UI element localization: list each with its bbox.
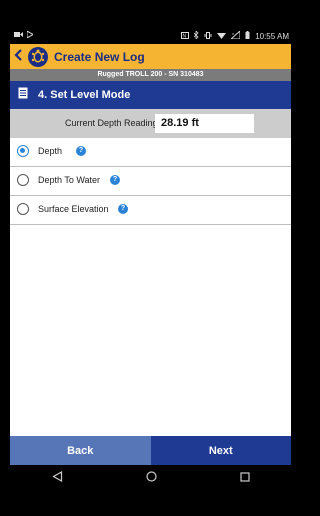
help-icon[interactable]: ?	[118, 204, 128, 214]
depth-reading-label: Current Depth Reading:	[65, 118, 161, 128]
home-circle-icon[interactable]	[145, 469, 157, 487]
nfc-icon: N	[181, 31, 190, 41]
recents-square-icon[interactable]	[239, 469, 250, 487]
battery-icon	[245, 31, 250, 41]
radio-surface-elevation[interactable]	[17, 203, 29, 215]
radio-depth-to-water[interactable]	[17, 174, 29, 186]
content-area: Current Depth Reading: 28.19 ft Depth ? …	[10, 109, 291, 436]
svg-text:N: N	[183, 33, 187, 39]
document-icon	[18, 86, 28, 104]
system-nav-bar	[10, 465, 291, 490]
app-title: Create New Log	[54, 49, 145, 64]
clock-time: 10:55 AM	[255, 31, 289, 41]
option-surface-elevation[interactable]: Surface Elevation ?	[10, 196, 291, 225]
option-depth-label: Depth	[38, 146, 63, 156]
svg-text:x: x	[232, 31, 234, 36]
app-bar: Create New Log	[10, 44, 291, 69]
video-icon	[14, 31, 23, 40]
step-title: 4. Set Level Mode	[38, 89, 131, 101]
option-surface-elevation-label: Surface Elevation	[38, 204, 109, 214]
option-depth-to-water[interactable]: Depth To Water ?	[10, 167, 291, 196]
back-triangle-icon[interactable]	[51, 469, 63, 487]
turtle-logo-icon[interactable]	[28, 46, 48, 67]
bluetooth-icon	[193, 30, 199, 41]
phone-screen: N x 10:55 AM Create New Log Rugged TROLL…	[10, 0, 291, 516]
step-header: 4. Set Level Mode	[10, 81, 291, 109]
chevron-left-icon[interactable]	[14, 48, 28, 66]
vibrate-icon	[204, 31, 212, 41]
depth-reading-row: Current Depth Reading: 28.19 ft	[10, 109, 291, 138]
radio-depth[interactable]	[17, 145, 29, 157]
option-depth-to-water-label: Depth To Water	[38, 175, 101, 185]
signal-icon: x	[229, 29, 241, 41]
depth-reading-value: 28.19 ft	[155, 114, 254, 133]
play-icon	[26, 30, 34, 40]
help-icon[interactable]: ?	[110, 175, 120, 185]
next-button[interactable]: Next	[150, 436, 291, 465]
option-depth[interactable]: Depth ?	[10, 138, 291, 167]
device-name-bar: Rugged TROLL 200 - SN 310483	[10, 69, 291, 81]
wifi-icon	[217, 32, 227, 41]
help-icon[interactable]: ?	[76, 146, 86, 156]
status-bar: N x 10:55 AM	[10, 29, 291, 44]
footer-buttons: Back Next	[10, 436, 291, 465]
back-button[interactable]: Back	[10, 436, 151, 465]
